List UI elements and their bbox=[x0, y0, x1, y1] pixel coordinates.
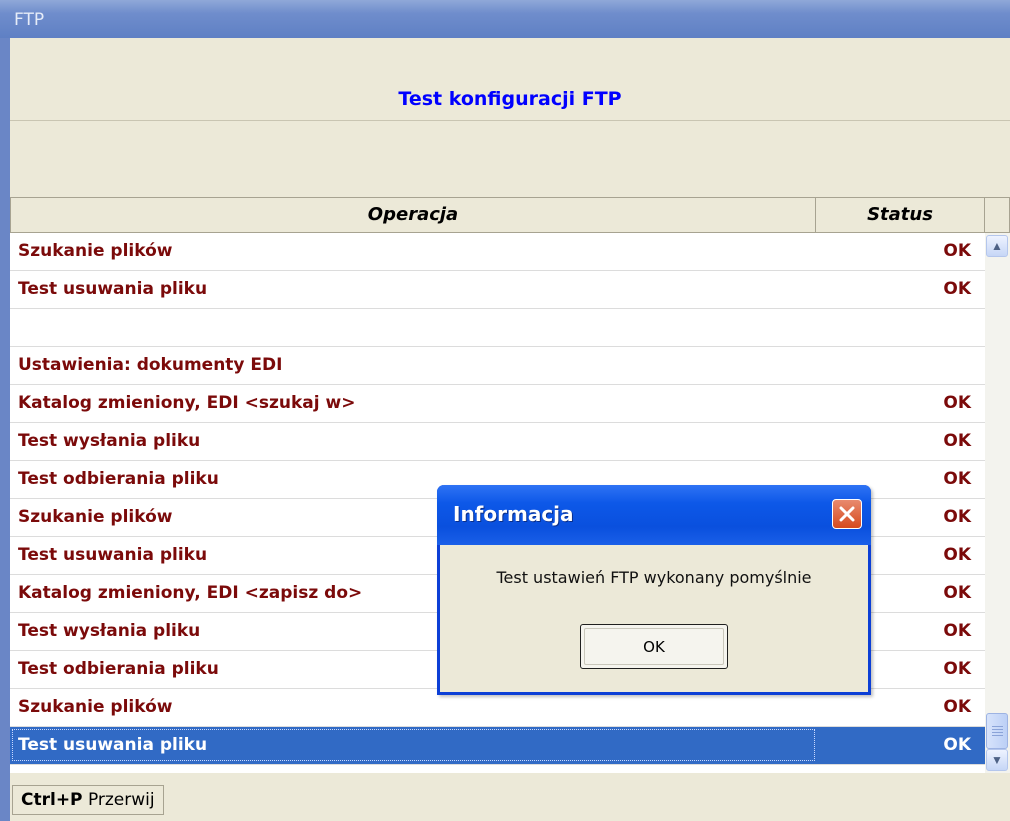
operation-cell: Ustawienia: dokumenty EDI bbox=[18, 355, 283, 375]
status-cell: OK bbox=[943, 735, 971, 755]
operation-cell: Katalog zmieniony, EDI <zapisz do> bbox=[18, 583, 363, 603]
table-row[interactable]: Test usuwania pliku OK bbox=[10, 271, 985, 309]
vertical-scrollbar[interactable]: ▲ ▼ bbox=[985, 233, 1010, 773]
operation-cell: Test usuwania pliku bbox=[18, 279, 208, 299]
dialog-title: Informacja bbox=[453, 502, 574, 526]
status-cell: OK bbox=[943, 431, 971, 451]
operation-cell: Test odbierania pliku bbox=[18, 659, 219, 679]
operation-cell: Szukanie plików bbox=[18, 507, 173, 527]
status-cell: OK bbox=[943, 393, 971, 413]
window-titlebar[interactable]: FTP bbox=[0, 0, 1010, 38]
operation-cell: Test odbierania pliku bbox=[18, 469, 219, 489]
column-header-operation[interactable]: Operacja bbox=[10, 197, 816, 233]
dialog-message: Test ustawień FTP wykonany pomyślnie bbox=[496, 568, 812, 587]
dialog-titlebar[interactable]: Informacja bbox=[437, 485, 871, 545]
information-dialog: Informacja Test ustawień FTP wykonany po… bbox=[437, 485, 871, 695]
status-cell: OK bbox=[943, 241, 971, 261]
grip-line bbox=[992, 729, 1003, 730]
table-row[interactable]: Ustawienia: dokumenty EDI bbox=[10, 347, 985, 385]
close-icon bbox=[839, 506, 855, 522]
operation-cell: Szukanie plików bbox=[18, 241, 173, 261]
status-cell: OK bbox=[943, 697, 971, 717]
scroll-down-button[interactable]: ▼ bbox=[986, 749, 1008, 771]
table-row[interactable] bbox=[10, 309, 985, 347]
column-header-status[interactable]: Status bbox=[815, 197, 985, 233]
window-title: FTP bbox=[14, 10, 45, 30]
column-header-filler bbox=[984, 197, 1010, 233]
table-row[interactable]: Szukanie plików OK bbox=[10, 233, 985, 271]
interrupt-button[interactable]: Ctrl+P Przerwij bbox=[12, 785, 164, 815]
scroll-thumb[interactable] bbox=[986, 713, 1008, 749]
grip-line bbox=[992, 732, 1003, 733]
table-row[interactable]: Katalog zmieniony, EDI <szukaj w> OK bbox=[10, 385, 985, 423]
operation-cell: Katalog zmieniony, EDI <szukaj w> bbox=[18, 393, 356, 413]
status-cell: OK bbox=[943, 507, 971, 527]
dialog-close-button[interactable] bbox=[832, 499, 862, 529]
status-cell: OK bbox=[943, 583, 971, 603]
status-cell: OK bbox=[943, 279, 971, 299]
operation-cell: Test wysłania pliku bbox=[18, 431, 201, 451]
action-label: Przerwij bbox=[87, 790, 155, 810]
page-title: Test konfiguracji FTP bbox=[398, 88, 622, 110]
toolbar-band bbox=[10, 121, 1010, 197]
shortcut-label: Ctrl+P bbox=[21, 790, 83, 810]
scroll-up-button[interactable]: ▲ bbox=[986, 235, 1008, 257]
operation-cell: Test usuwania pliku bbox=[18, 735, 208, 755]
status-cell: OK bbox=[943, 469, 971, 489]
ftp-window: FTP Test konfiguracji FTP Operacja Statu… bbox=[0, 0, 1010, 821]
grip-line bbox=[992, 726, 1003, 727]
footer-bar: Ctrl+P Przerwij bbox=[10, 773, 1010, 821]
header-panel: Test konfiguracji FTP bbox=[10, 38, 1010, 121]
grip-line bbox=[992, 735, 1003, 736]
window-left-border bbox=[0, 38, 10, 821]
status-cell: OK bbox=[943, 659, 971, 679]
operation-cell: Test wysłania pliku bbox=[18, 621, 201, 641]
status-cell: OK bbox=[943, 545, 971, 565]
table-row-selected[interactable]: Test usuwania pliku OK bbox=[10, 727, 985, 765]
table-row[interactable]: Test wysłania pliku OK bbox=[10, 423, 985, 461]
ok-button[interactable]: OK bbox=[580, 624, 728, 669]
operation-cell: Szukanie plików bbox=[18, 697, 173, 717]
status-cell: OK bbox=[943, 621, 971, 641]
chevron-down-icon: ▼ bbox=[991, 753, 1003, 767]
chevron-up-icon: ▲ bbox=[991, 239, 1003, 253]
ok-button-label: OK bbox=[584, 628, 724, 665]
operation-cell: Test usuwania pliku bbox=[18, 545, 208, 565]
